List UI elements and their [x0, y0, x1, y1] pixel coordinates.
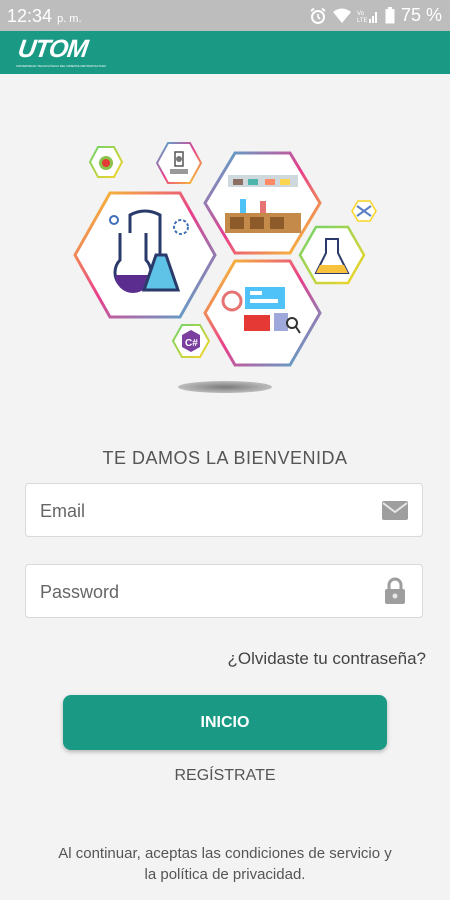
login-button[interactable]: INICIO: [63, 695, 387, 750]
welcome-heading: TE DAMOS LA BIENVENIDA: [102, 448, 348, 468]
app-bar: UTOM UNIVERSIDAD TECNOLÓGICA DEL ORIENTE…: [0, 31, 450, 74]
forgot-password-link[interactable]: ¿Olvidaste tu contraseña?: [228, 649, 426, 669]
register-link[interactable]: REGÍSTRATE: [0, 767, 450, 785]
status-time-value: 12:34: [7, 6, 53, 26]
csharp-letter: C#: [185, 338, 198, 349]
dashboard-icon: [203, 259, 322, 367]
password-field[interactable]: [25, 564, 423, 619]
status-bar: 12:34 p. m. Vo LTE 75 %: [0, 0, 450, 31]
battery-icon: [385, 7, 395, 24]
svg-text:LTE: LTE: [357, 18, 368, 24]
email-field[interactable]: [25, 483, 423, 538]
password-input[interactable]: [38, 565, 372, 619]
logo-wordmark: UTOM: [16, 35, 90, 63]
illustration-shadow: [178, 381, 272, 393]
alarm-icon: [310, 7, 326, 24]
status-time-ampm: p. m.: [57, 13, 82, 25]
flasks-icon: [73, 191, 217, 319]
logo-tagline: UNIVERSIDAD TECNOLÓGICA DEL ORIENTE METR…: [16, 64, 106, 68]
svg-text:Vo: Vo: [357, 11, 365, 17]
email-input[interactable]: [38, 484, 372, 538]
envelope-icon: [382, 501, 408, 520]
lock-icon: [385, 577, 405, 604]
battery-percentage: 75 %: [400, 5, 442, 25]
terms-text: Al continuar, aceptas las condiciones de…: [58, 845, 392, 883]
apple-icon: [88, 146, 124, 178]
status-time: 12:34 p. m.: [7, 6, 82, 27]
satellite-icon: [351, 200, 377, 222]
wifi-icon: [332, 8, 351, 23]
utom-logo: UTOM UNIVERSIDAD TECNOLÓGICA DEL ORIENTE…: [14, 35, 106, 71]
laboratory-icon: [203, 151, 322, 255]
csharp-icon: C#: [171, 324, 211, 358]
flask-icon: [298, 225, 366, 285]
signal-icon: Vo LTE: [357, 11, 377, 24]
status-icons: Vo LTE 75 %: [309, 5, 442, 26]
hero-illustration: C#: [73, 142, 377, 393]
microscope-icon: [155, 142, 203, 184]
